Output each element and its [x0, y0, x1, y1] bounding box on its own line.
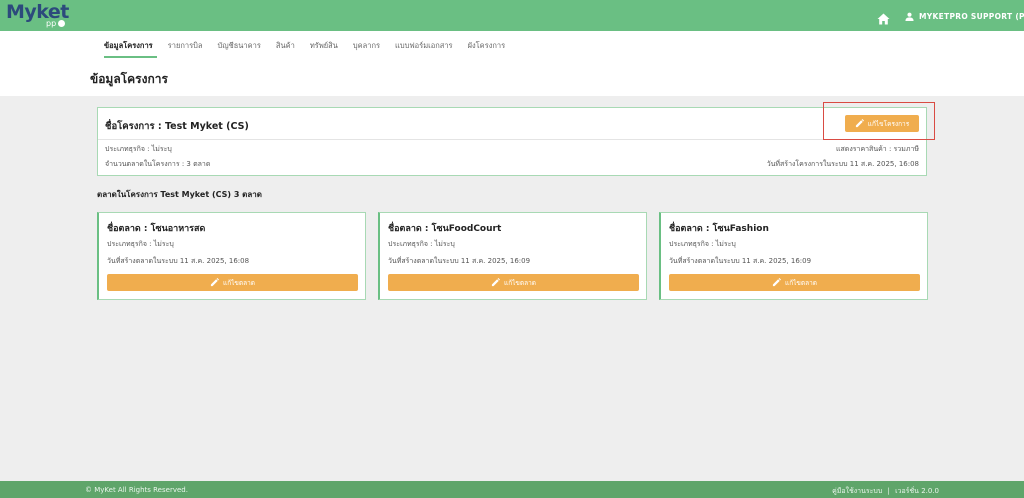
user-icon	[905, 12, 914, 21]
pencil-icon	[855, 119, 864, 128]
edit-market-label: แก้ไขตลาด	[785, 278, 817, 287]
market-card: ชื่อตลาด : โซนFoodCourt ประเภทธุรกิจ : ไ…	[378, 212, 647, 300]
active-tab-indicator	[104, 56, 157, 58]
market-created-date: วันที่สร้างตลาดในระบบ 11 ส.ค. 2025, 16:0…	[107, 257, 250, 265]
market-name: ชื่อตลาด : โซนFoodCourt	[388, 224, 502, 234]
project-name: ชื่อโครงการ : Test Myket (CS)	[105, 121, 249, 132]
edit-market-label: แก้ไขตลาด	[223, 278, 255, 287]
tab-assets[interactable]: ทรัพย์สิน	[310, 40, 338, 54]
market-card: ชื่อตลาด : โซนFashion ประเภทธุรกิจ : ไม่…	[659, 212, 928, 300]
edit-market-button[interactable]: แก้ไขตลาด	[107, 274, 358, 291]
markets-section-title: ตลาดในโครงการ Test Myket (CS) 3 ตลาด	[97, 190, 262, 199]
pencil-icon	[772, 278, 782, 287]
home-button[interactable]	[877, 10, 890, 25]
market-created-date: วันที่สร้างตลาดในระบบ 11 ส.ค. 2025, 16:0…	[388, 257, 531, 265]
logo-subtext: pp	[46, 19, 57, 28]
edit-market-label: แก้ไขตลาด	[504, 278, 536, 287]
tab-products[interactable]: สินค้า	[276, 40, 295, 54]
project-card-divider	[98, 139, 926, 140]
project-created-date: วันที่สร้างโครงการในระบบ 11 ส.ค. 2025, 1…	[766, 160, 919, 168]
tab-bills[interactable]: รายการบิล	[168, 40, 203, 54]
market-business-type: ประเภทธุรกิจ : ไม่ระบุ	[107, 240, 174, 248]
pencil-icon	[491, 278, 501, 287]
tab-personnel[interactable]: บุคลากร	[353, 40, 380, 54]
footer: © MyKet All Rights Reserved. คู่มือใช้งา…	[0, 481, 1024, 498]
market-created-date: วันที่สร้างตลาดในระบบ 11 ส.ค. 2025, 16:0…	[669, 257, 812, 265]
logo-dot-icon	[58, 20, 65, 27]
market-business-type: ประเภทธุรกิจ : ไม่ระบุ	[388, 240, 455, 248]
user-manual-link[interactable]: คู่มือใช้งานระบบ	[832, 487, 882, 495]
tab-bank-accounts[interactable]: บัญชีธนาคาร	[217, 40, 260, 54]
edit-project-label: แก้ไขโครงการ	[867, 119, 910, 128]
home-icon	[877, 13, 890, 25]
market-card: ชื่อตลาด : โซนอาหารสด ประเภทธุรกิจ : ไม่…	[97, 212, 366, 300]
footer-separator: |	[887, 487, 890, 495]
footer-copyright: © MyKet All Rights Reserved.	[85, 486, 188, 494]
page-title: ข้อมูลโครงการ	[90, 72, 168, 86]
tab-bar: ข้อมูลโครงการ รายการบิล บัญชีธนาคาร สินค…	[104, 40, 520, 54]
tab-project-info[interactable]: ข้อมูลโครงการ	[104, 40, 153, 54]
user-name: MYKETPRO SUPPORT (P)	[919, 11, 1024, 21]
tab-project-layout[interactable]: ผังโครงการ	[468, 40, 506, 54]
project-business-type: ประเภทธุรกิจ : ไม่ระบุ	[105, 145, 172, 153]
footer-links: คู่มือใช้งานระบบ | เวอร์ชั่น 2.0.0	[832, 486, 939, 497]
project-price-display: แสดงราคาสินค้า : รวมภาษี	[836, 145, 919, 153]
pencil-icon	[210, 278, 220, 287]
market-name: ชื่อตลาด : โซนFashion	[669, 224, 769, 234]
edit-market-button[interactable]: แก้ไขตลาด	[669, 274, 920, 291]
market-business-type: ประเภทธุรกิจ : ไม่ระบุ	[669, 240, 736, 248]
edit-project-button[interactable]: แก้ไขโครงการ	[845, 115, 919, 132]
project-market-count: จำนวนตลาดในโครงการ : 3 ตลาด	[105, 160, 211, 168]
version-label: เวอร์ชั่น 2.0.0	[895, 487, 939, 495]
top-bar: Myket pp MYKETPRO SUPPORT (P)	[0, 0, 1024, 31]
user-menu[interactable]: MYKETPRO SUPPORT (P)	[905, 9, 1024, 23]
market-name: ชื่อตลาด : โซนอาหารสด	[107, 224, 206, 234]
project-card: ชื่อโครงการ : Test Myket (CS) แก้ไขโครงก…	[97, 107, 927, 176]
edit-market-button[interactable]: แก้ไขตลาด	[388, 274, 639, 291]
app-logo[interactable]: Myket pp	[6, 1, 69, 30]
tab-document-forms[interactable]: แบบฟอร์มเอกสาร	[395, 40, 453, 54]
